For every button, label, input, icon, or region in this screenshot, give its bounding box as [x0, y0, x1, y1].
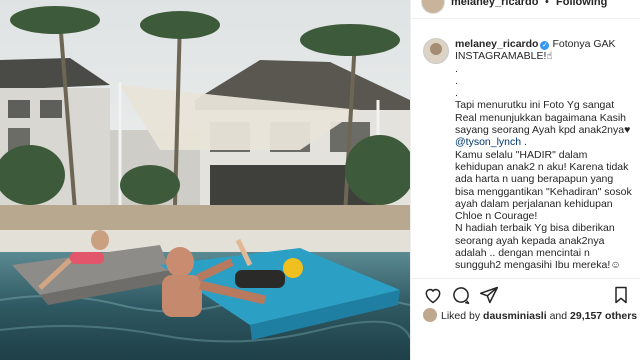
caption-line-5: Tapi menurutku ini Foto Yg sangat Real m… — [455, 99, 631, 137]
header-separator: • — [545, 0, 549, 8]
share-icon[interactable] — [479, 285, 499, 305]
caption-line-4: . — [455, 87, 458, 100]
post-caption: melaney_ricardo ✓ Fotonya GAK INSTAGRAMABL… — [455, 38, 635, 272]
post-detail-panel: melaney_ricardo • Following melaney_rica… — [410, 0, 640, 360]
heart-icon[interactable] — [423, 285, 443, 305]
header-username[interactable]: melaney_ricardo — [451, 0, 538, 8]
caption-line-7: Kamu selalu "HADIR" dalam kehidupan anak… — [455, 148, 635, 223]
likes-prefix: Liked by — [441, 310, 481, 322]
pool-scene-image — [0, 0, 410, 360]
post-header: melaney_ricardo • Following — [411, 0, 640, 19]
caption-username[interactable]: melaney_ricardo — [455, 38, 538, 50]
caption-mention[interactable]: @tyson_lynch . — [455, 136, 635, 148]
likes-conjunction: and — [549, 310, 568, 322]
liker-avatar[interactable] — [423, 308, 437, 322]
bookmark-icon[interactable] — [611, 285, 631, 305]
caption-line-8: N hadiah terbaik Yg bisa diberikan seora… — [455, 222, 621, 272]
caption-line-3: . — [455, 74, 458, 87]
post-photo[interactable] — [0, 0, 410, 360]
comment-icon[interactable] — [451, 285, 471, 305]
post-actions — [411, 278, 640, 309]
liker-username[interactable]: dausminiasli — [483, 310, 547, 322]
likes-summary: Liked by dausminiasli and 29,157 others — [423, 308, 637, 322]
header-avatar[interactable] — [421, 0, 445, 14]
verified-badge-icon: ✓ — [540, 41, 550, 50]
likes-count[interactable]: 29,157 others — [570, 310, 637, 322]
caption-avatar[interactable] — [423, 38, 449, 64]
following-button[interactable]: Following — [556, 0, 607, 8]
caption-line-2: . — [455, 62, 458, 75]
